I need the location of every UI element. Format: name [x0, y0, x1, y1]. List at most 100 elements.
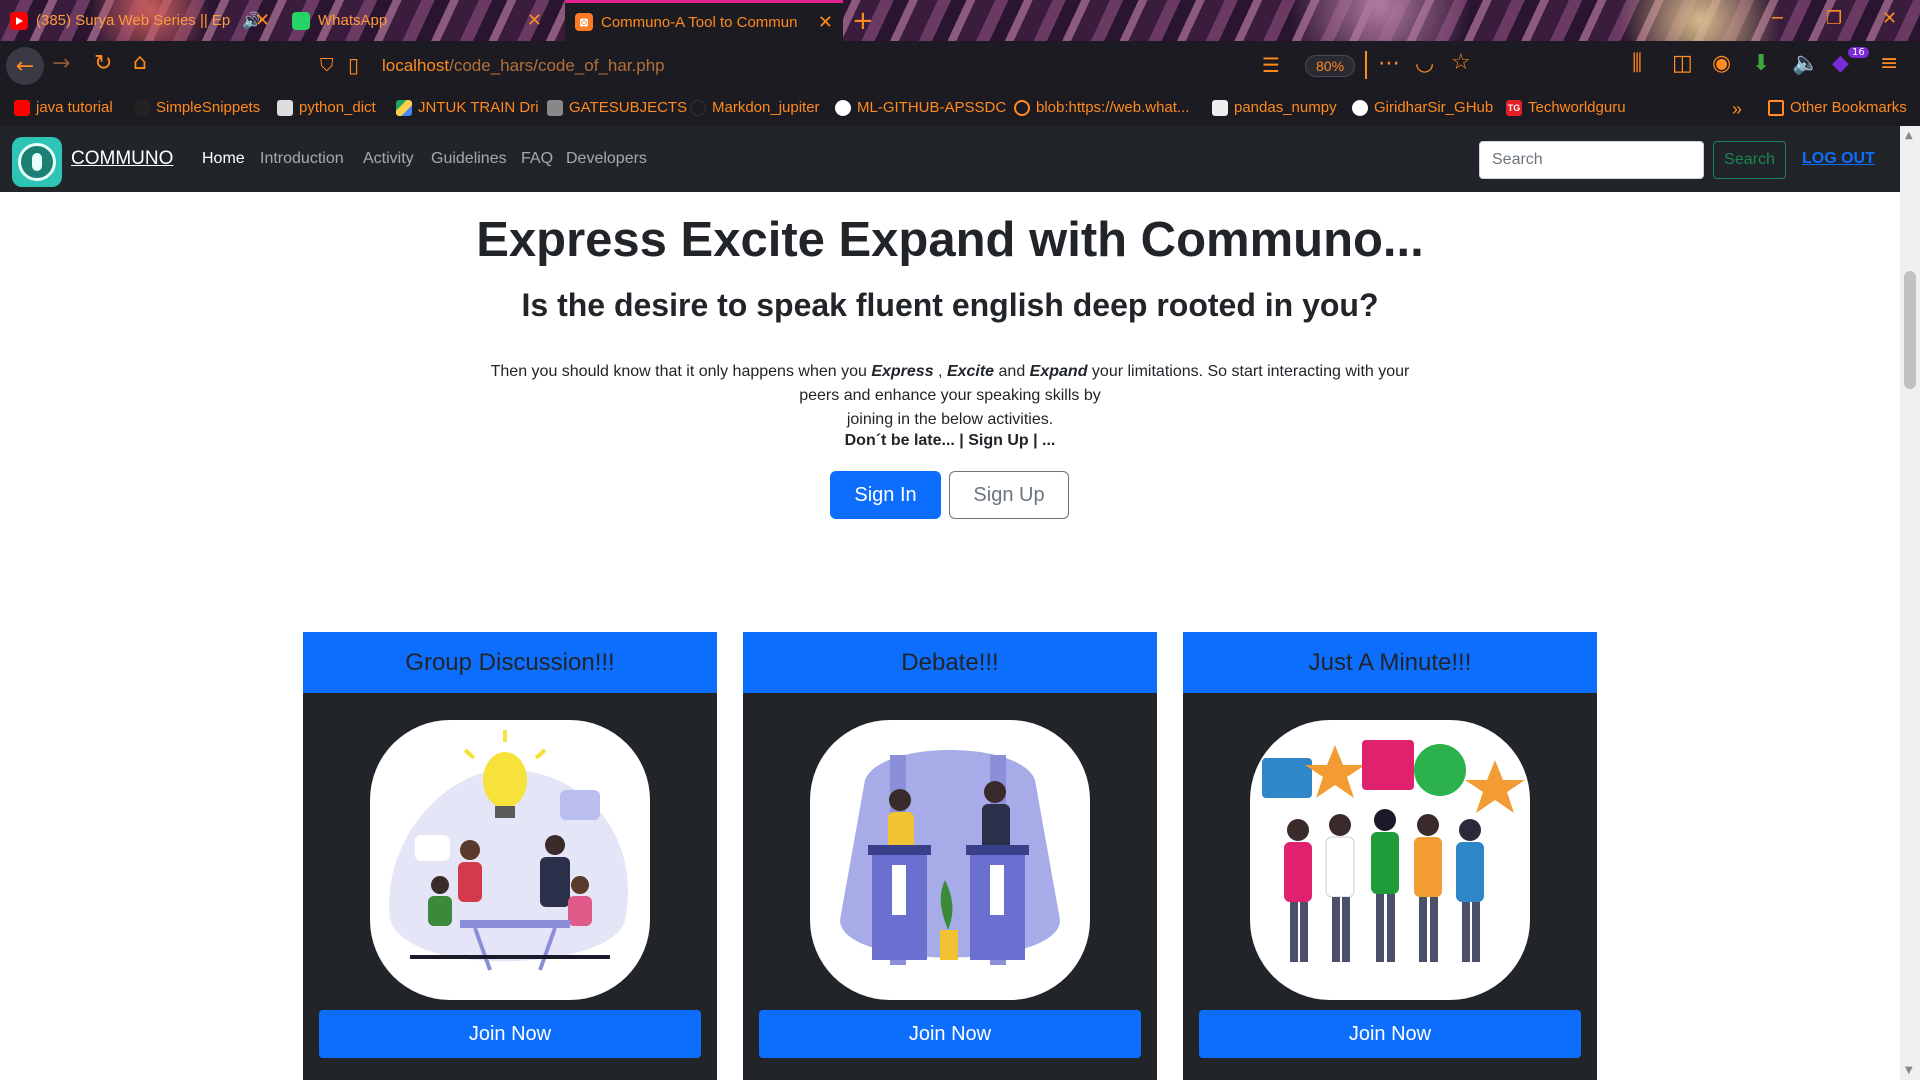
- bookmark-item[interactable]: SimpleSnippets: [134, 99, 260, 116]
- bookmark-label: java tutorial: [36, 99, 113, 116]
- bookmark-item[interactable]: GATESUBJECTS: [547, 99, 687, 116]
- bookmark-label: ML-GITHUB-APSSDC: [857, 99, 1007, 116]
- hero-description: Then you should know that it only happen…: [485, 360, 1415, 432]
- home-icon[interactable]: ⌂: [133, 50, 147, 75]
- search-button[interactable]: Search: [1713, 141, 1786, 179]
- nav-faq[interactable]: FAQ: [521, 150, 553, 168]
- browser-tab-communo[interactable]: ⊠ Communo-A Tool to Commun ✕: [565, 0, 843, 41]
- close-icon[interactable]: ✕: [255, 10, 270, 31]
- tab-label: Communo-A Tool to Commun: [601, 13, 798, 31]
- audio-icon[interactable]: 🔈: [1792, 51, 1819, 76]
- sign-up-button[interactable]: Sign Up: [949, 471, 1069, 519]
- activity-card-group-discussion: Group Discussion!!! Join Now: [303, 632, 717, 1080]
- scrollbar-thumb[interactable]: [1904, 271, 1916, 389]
- restore-icon[interactable]: ❐: [1826, 8, 1842, 29]
- hero-tagline: Don´t be late... | Sign Up | ...: [844, 432, 1056, 449]
- site-navbar: COMMUNO Home Introduction Activity Guide…: [0, 126, 1900, 192]
- bookmark-item[interactable]: TG Techworldguru: [1506, 99, 1626, 116]
- bookmark-label: python_dict: [299, 99, 376, 116]
- menu-icon[interactable]: ≡: [1880, 51, 1898, 76]
- bookmark-item[interactable]: python_dict: [277, 99, 376, 116]
- window-close-icon[interactable]: ✕: [1882, 8, 1897, 29]
- shield-icon[interactable]: ⛉: [320, 55, 334, 76]
- youtube-icon: [14, 99, 30, 116]
- logout-link[interactable]: LOG OUT: [1802, 150, 1875, 168]
- url-text[interactable]: localhost/code_hars/code_of_har.php: [382, 56, 665, 76]
- hero-title: Express Excite Expand with Communo...: [476, 213, 1424, 267]
- bookmark-item[interactable]: Markdon_jupiter: [690, 99, 820, 116]
- techworldguru-icon: TG: [1506, 99, 1522, 116]
- join-now-button[interactable]: Join Now: [319, 1010, 701, 1058]
- join-now-button[interactable]: Join Now: [759, 1010, 1141, 1058]
- nav-introduction[interactable]: Introduction: [260, 150, 344, 168]
- folder-icon: [1768, 99, 1784, 116]
- reload-icon[interactable]: ↻: [94, 51, 112, 76]
- reader-view-icon[interactable]: ☰: [1262, 53, 1280, 77]
- tab-label: WhatsApp: [318, 12, 388, 29]
- url-path: /code_hars/code_of_har.php: [449, 56, 665, 75]
- other-bookmarks[interactable]: Other Bookmarks: [1768, 99, 1907, 116]
- image-icon: [547, 99, 563, 116]
- bookmark-star-icon[interactable]: ☆: [1451, 50, 1471, 75]
- url-host: localhost: [382, 56, 450, 75]
- github-icon: [835, 99, 851, 116]
- nav-home[interactable]: Home: [202, 150, 245, 168]
- xampp-icon: ⊠: [575, 13, 593, 31]
- activity-card-just-a-minute: Just A Minute!!! Join Now: [1183, 632, 1597, 1080]
- youtube-icon: [10, 11, 28, 30]
- account-icon[interactable]: ◉: [1712, 51, 1731, 76]
- extension-icon[interactable]: ◆: [1832, 51, 1849, 76]
- group-discussion-illustration: [370, 720, 650, 1000]
- nav-activity[interactable]: Activity: [363, 150, 414, 168]
- bookmark-item[interactable]: blob:https://web.what...: [1014, 99, 1189, 116]
- w3schools-icon: [1212, 99, 1228, 116]
- sidebar-icon[interactable]: ◫: [1672, 51, 1693, 76]
- url-bar[interactable]: ⛉ ▯ localhost/code_hars/code_of_har.php: [310, 49, 1345, 83]
- sign-in-button[interactable]: Sign In: [830, 471, 941, 519]
- bookmark-item[interactable]: java tutorial: [14, 99, 113, 116]
- new-tab-icon[interactable]: +: [852, 6, 874, 36]
- communo-logo[interactable]: [12, 137, 62, 187]
- close-icon[interactable]: ✕: [527, 10, 542, 31]
- bookmark-item[interactable]: pandas_numpy: [1212, 99, 1337, 116]
- bookmark-item[interactable]: ML-GITHUB-APSSDC: [835, 99, 1006, 116]
- bookmark-item[interactable]: GiridharSir_GHub: [1352, 99, 1493, 116]
- hero-subtitle: Is the desire to speak fluent english de…: [521, 287, 1379, 323]
- browser-toolbar: ← → ↻ ⌂ ⛉ ▯ localhost/code_hars/code_of_…: [0, 41, 1920, 91]
- nav-guidelines[interactable]: Guidelines: [431, 150, 507, 168]
- bookmark-item[interactable]: JNTUK TRAIN Dri: [396, 99, 539, 116]
- library-icon[interactable]: ⫼: [1632, 51, 1642, 76]
- bookmark-label: blob:https://web.what...: [1036, 99, 1190, 116]
- divider: [1365, 51, 1367, 79]
- microphone-icon: [18, 143, 56, 181]
- just-a-minute-illustration: [1250, 720, 1530, 1000]
- more-icon[interactable]: ⋯: [1378, 51, 1400, 76]
- card-title: Debate!!!: [743, 632, 1157, 693]
- blank-icon: [690, 99, 706, 116]
- scroll-up-icon[interactable]: ▲: [1905, 130, 1913, 141]
- bookmark-label: Other Bookmarks: [1790, 99, 1907, 116]
- scroll-down-icon[interactable]: ▼: [1905, 1065, 1913, 1076]
- minimize-icon[interactable]: ─: [1772, 8, 1783, 29]
- chevron-right-icon[interactable]: »: [1732, 99, 1742, 120]
- desc-text: ,: [933, 363, 947, 380]
- close-icon[interactable]: ✕: [818, 12, 833, 33]
- browser-tab-youtube[interactable]: (385) Surya Web Series || Ep 🔊 ✕: [0, 0, 280, 41]
- google-drive-icon: [396, 99, 412, 116]
- back-icon[interactable]: ←: [6, 47, 44, 85]
- browser-tab-whatsapp[interactable]: WhatsApp ✕: [282, 0, 552, 41]
- snippets-icon: [134, 99, 150, 116]
- brand-name[interactable]: COMMUNO: [71, 148, 173, 170]
- nav-developers[interactable]: Developers: [566, 150, 647, 168]
- forward-icon[interactable]: →: [52, 51, 70, 76]
- card-title: Just A Minute!!!: [1183, 632, 1597, 693]
- bookmark-label: GATESUBJECTS: [569, 99, 688, 116]
- search-input[interactable]: [1479, 141, 1704, 179]
- card-title: Group Discussion!!!: [303, 632, 717, 693]
- page-scrollbar[interactable]: ▲ ▼: [1900, 126, 1920, 1080]
- join-now-button[interactable]: Join Now: [1199, 1010, 1581, 1058]
- download-icon[interactable]: ⬇: [1752, 51, 1770, 76]
- bookmark-label: Markdon_jupiter: [712, 99, 820, 116]
- pocket-icon[interactable]: ◡: [1415, 51, 1434, 76]
- zoom-level[interactable]: 80%: [1305, 55, 1356, 77]
